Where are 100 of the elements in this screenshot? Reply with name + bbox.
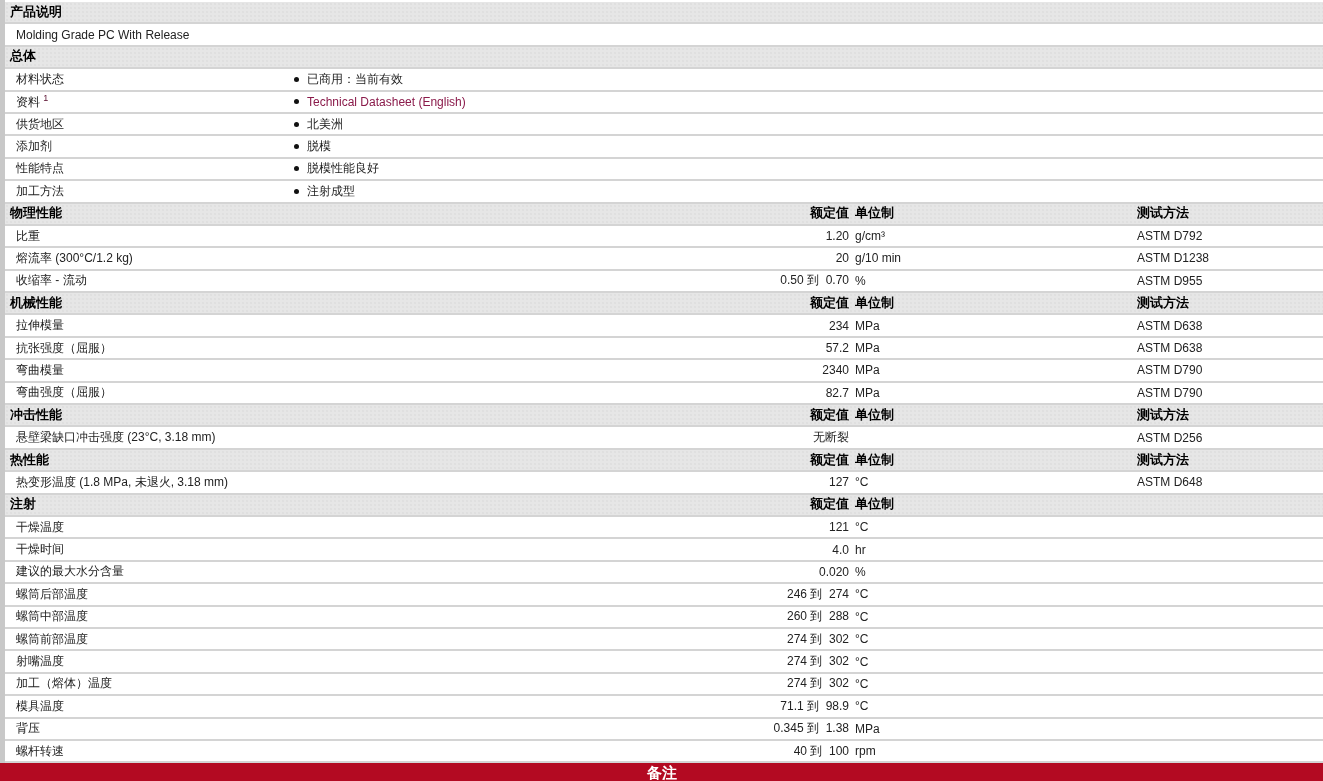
- bullet-icon: [294, 188, 299, 194]
- value-cell-text: 246 到 274: [785, 585, 850, 603]
- test-method-cell-text: ASTM D638: [1137, 318, 1204, 333]
- unit-cell-text: MPa: [855, 341, 881, 356]
- value-cell-text: 71.1 到 98.9: [779, 697, 850, 715]
- column-header: 测试方法: [1137, 205, 1190, 223]
- property-label: 添加剂: [15, 138, 53, 156]
- bullet-icon: [294, 121, 299, 127]
- unit-cell-text: g/10 min: [855, 251, 903, 266]
- section-title: 产品说明: [9, 3, 63, 21]
- section-title: 冲击性能: [9, 406, 63, 424]
- value-cell-text: 127: [827, 475, 850, 490]
- value-cell-text: 1.20: [824, 229, 850, 244]
- property-label: 弯曲强度（屈服）: [15, 384, 113, 402]
- unit-cell-text: °C: [855, 587, 870, 602]
- property-value: 已商用：当前有效: [307, 70, 403, 88]
- unit-cell-text: °C: [855, 520, 870, 535]
- bullet-icon: [294, 76, 299, 82]
- bullet-icon: [294, 144, 299, 150]
- property-label: 资料 $^{1}$: [15, 92, 50, 111]
- section-title: 注射: [9, 496, 37, 514]
- column-header: 测试方法: [1137, 451, 1190, 469]
- property-label: 弯曲模量: [15, 361, 65, 379]
- property-label: 螺筒后部温度: [15, 585, 89, 603]
- unit-cell-text: g/cm³: [855, 229, 886, 244]
- notes-header: 备注: [0, 763, 1323, 781]
- property-label: 供货地区: [15, 115, 65, 133]
- value-cell-text: 0.50 到 0.70: [779, 272, 850, 290]
- value-cell-text: 82.7: [824, 385, 850, 400]
- test-method-cell-text: ASTM D790: [1137, 385, 1204, 400]
- unit-cell-text: °C: [855, 699, 870, 714]
- test-method-cell-text: ASTM D638: [1137, 341, 1204, 356]
- property-label: 材料状态: [15, 70, 65, 88]
- value-cell-text: 274 到 302: [785, 675, 850, 693]
- value-cell-text: 0.345 到 1.38: [772, 720, 850, 738]
- property-label: 抗张强度（屈服）: [15, 339, 113, 357]
- unit-cell-text: %: [855, 273, 867, 288]
- property-label: 干燥温度: [15, 518, 65, 536]
- value-cell-text: 121: [827, 520, 850, 535]
- column-header: 额定值: [809, 496, 850, 514]
- value-cell-text: 0.020: [817, 564, 850, 579]
- property-label: 干燥时间: [15, 541, 65, 559]
- unit-cell-text: °C: [855, 632, 870, 647]
- property-label: 悬壁梁缺口冲击强度 (23°C, 3.18 mm): [15, 429, 217, 447]
- unit-cell-text: °C: [855, 609, 870, 624]
- unit-cell-text: %: [855, 564, 867, 579]
- column-header: 额定值: [809, 294, 850, 312]
- value-cell-text: 2340: [821, 363, 850, 378]
- unit-cell-text: °C: [855, 654, 870, 669]
- bullet-icon: [294, 99, 299, 105]
- value-cell-text: 274 到 302: [785, 653, 850, 670]
- property-value: 脱模: [307, 138, 331, 156]
- test-method-cell-text: ASTM D790: [1137, 363, 1204, 378]
- test-method-cell-text: ASTM D648: [1137, 475, 1204, 490]
- column-header: 单位制: [855, 451, 895, 469]
- property-label: 拉伸模量: [15, 317, 65, 335]
- property-label: 背压: [15, 720, 41, 738]
- unit-cell-text: MPa: [855, 318, 881, 333]
- column-header: 单位制: [855, 205, 895, 223]
- unit-cell-text: °C: [855, 475, 870, 490]
- property-label: 加工方法: [15, 182, 65, 200]
- section-title: 总体: [8, 48, 37, 66]
- column-header: 额定值: [809, 205, 850, 223]
- value-cell-text: 57.2: [824, 341, 850, 356]
- bullet-icon: [294, 166, 299, 172]
- value-cell-text: 40 到 100: [792, 742, 850, 760]
- value-cell-text: 无断裂: [812, 429, 850, 447]
- unit-cell-text: rpm: [855, 744, 877, 759]
- value-cell-text: 4.0: [831, 542, 850, 557]
- value-cell-text: 274 到 302: [785, 630, 850, 648]
- property-label: 收缩率 - 流动: [15, 272, 88, 290]
- description-text: Molding Grade PC With Release: [15, 27, 191, 42]
- value-cell-text: 260 到 288: [785, 608, 850, 626]
- property-value: 北美洲: [307, 115, 343, 133]
- unit-cell-text: MPa: [855, 385, 881, 400]
- property-label: 螺筒前部温度: [15, 630, 89, 648]
- property-label: 螺筒中部温度: [15, 608, 89, 626]
- property-label: 热变形温度 (1.8 MPa, 未退火, 3.18 mm): [15, 473, 230, 491]
- test-method-cell-text: ASTM D256: [1137, 430, 1204, 445]
- property-label: 比重: [15, 227, 41, 245]
- column-header: 额定值: [809, 406, 850, 424]
- property-label: 建议的最大水分含量: [15, 563, 125, 581]
- unit-cell-text: hr: [855, 542, 867, 557]
- test-method-cell-text: ASTM D955: [1137, 273, 1204, 288]
- unit-cell-text: MPa: [855, 721, 881, 736]
- unit-cell-text: MPa: [855, 363, 881, 378]
- property-value: 注射成型: [307, 182, 355, 200]
- property-label: 加工（熔体）温度: [15, 675, 113, 693]
- value-cell-text: 20: [834, 251, 850, 266]
- datasheet-link[interactable]: Technical Datasheet (English): [307, 94, 466, 109]
- property-label: 螺杆转速: [15, 742, 65, 760]
- test-method-cell-text: ASTM D792: [1137, 229, 1204, 244]
- column-header: 单位制: [855, 496, 895, 514]
- section-title: 机械性能: [8, 294, 63, 312]
- property-label: 性能特点: [15, 160, 65, 178]
- property-label: 射嘴温度: [15, 653, 65, 670]
- test-method-cell-text: ASTM D1238: [1137, 251, 1211, 266]
- value-cell-text: 234: [827, 318, 850, 333]
- section-title: 物理性能: [9, 205, 63, 223]
- column-header: 单位制: [855, 406, 895, 424]
